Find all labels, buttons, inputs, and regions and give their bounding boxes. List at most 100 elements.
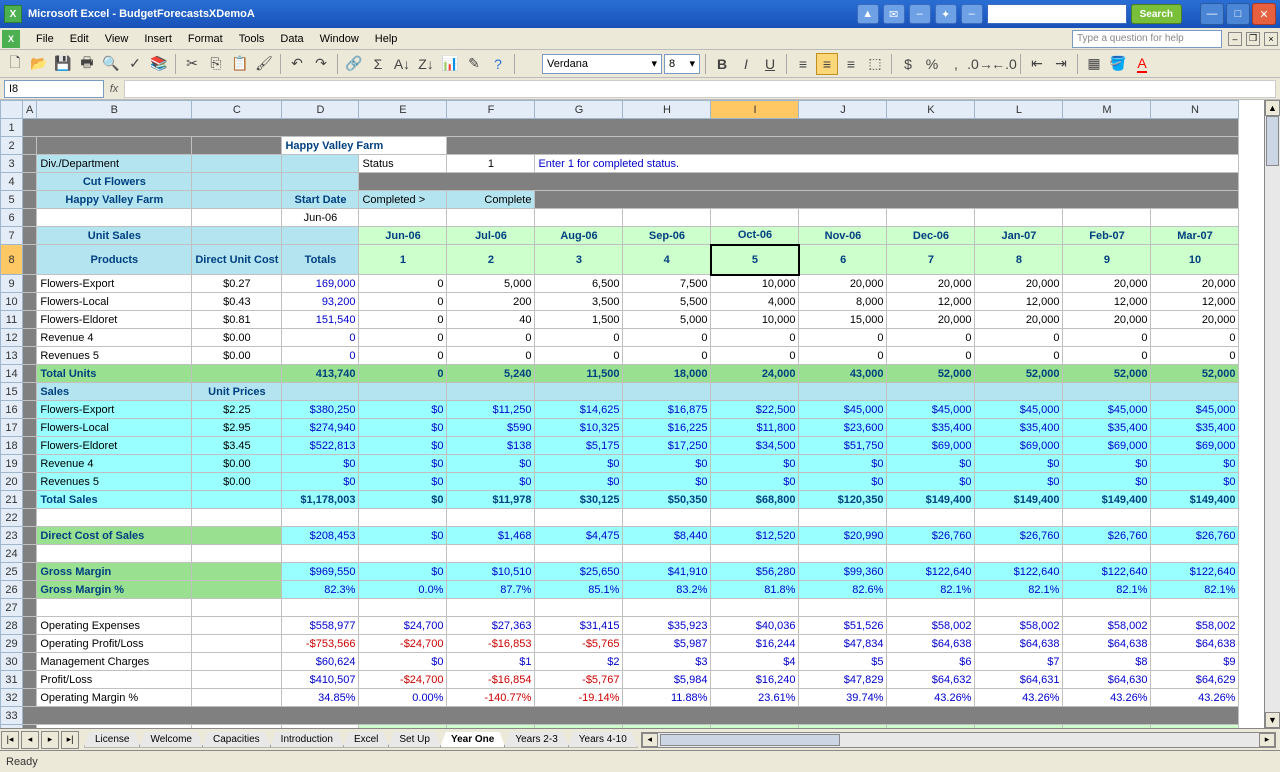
row-header[interactable]: 5 xyxy=(1,191,23,209)
cell[interactable] xyxy=(359,545,447,563)
cell[interactable] xyxy=(37,545,192,563)
cell[interactable]: $11,800 xyxy=(711,419,799,437)
cell[interactable] xyxy=(192,563,282,581)
cell[interactable]: Flowers-Export xyxy=(37,275,192,293)
merge-icon[interactable]: ⬚ xyxy=(864,53,886,75)
cell[interactable]: Sep-06 xyxy=(623,725,711,729)
cell[interactable] xyxy=(799,509,887,527)
cell[interactable]: $45,000 xyxy=(1151,401,1239,419)
spell-icon[interactable]: ✓ xyxy=(124,53,146,75)
cell[interactable] xyxy=(37,599,192,617)
cell[interactable]: 0 xyxy=(1151,329,1239,347)
cell[interactable]: Dec-06 xyxy=(887,725,975,729)
cell[interactable]: $26,760 xyxy=(1151,527,1239,545)
cell[interactable] xyxy=(23,155,37,173)
sheet-tab[interactable]: Years 2-3 xyxy=(504,732,568,748)
cell[interactable]: $0 xyxy=(975,455,1063,473)
cell[interactable] xyxy=(887,509,975,527)
sheet-tab[interactable]: Year One xyxy=(440,732,505,748)
cell[interactable]: $16,244 xyxy=(711,635,799,653)
cell[interactable] xyxy=(535,383,623,401)
row-header[interactable]: 23 xyxy=(1,527,23,545)
cell[interactable] xyxy=(623,383,711,401)
cell[interactable] xyxy=(282,227,359,245)
dec-indent-icon[interactable]: ⇤ xyxy=(1026,53,1048,75)
cell[interactable] xyxy=(37,725,192,729)
cell[interactable] xyxy=(1063,383,1151,401)
cell[interactable]: $0.00 xyxy=(192,473,282,491)
cell[interactable]: $2 xyxy=(535,653,623,671)
cell[interactable]: $0 xyxy=(975,473,1063,491)
cell[interactable]: 0.0% xyxy=(359,581,447,599)
cell[interactable]: 5,000 xyxy=(447,275,535,293)
autosum-icon[interactable]: Σ xyxy=(367,53,389,75)
cell[interactable]: $0 xyxy=(1151,455,1239,473)
select-all-corner[interactable] xyxy=(1,101,23,119)
cell[interactable]: $8 xyxy=(1063,653,1151,671)
cell[interactable]: $20,990 xyxy=(799,527,887,545)
cell[interactable]: $590 xyxy=(447,419,535,437)
cell[interactable] xyxy=(711,599,799,617)
hscroll-thumb[interactable] xyxy=(660,734,840,746)
cell[interactable] xyxy=(1063,545,1151,563)
cell[interactable]: $11,250 xyxy=(447,401,535,419)
cell[interactable] xyxy=(37,137,192,155)
cell[interactable] xyxy=(359,209,447,227)
new-icon[interactable]: 🗋 xyxy=(4,53,26,75)
menu-format[interactable]: Format xyxy=(180,31,231,47)
cell[interactable]: $64,632 xyxy=(887,671,975,689)
cell[interactable] xyxy=(23,617,37,635)
cell[interactable]: $51,526 xyxy=(799,617,887,635)
cell[interactable] xyxy=(37,509,192,527)
row-header[interactable]: 18 xyxy=(1,437,23,455)
cell[interactable]: $11,978 xyxy=(447,491,535,509)
cell[interactable] xyxy=(192,527,282,545)
cell[interactable]: $64,631 xyxy=(975,671,1063,689)
cell[interactable]: $0.00 xyxy=(192,329,282,347)
sheet-tab[interactable]: Welcome xyxy=(139,732,203,748)
cell[interactable]: $2.25 xyxy=(192,401,282,419)
cell[interactable]: $3 xyxy=(623,653,711,671)
cell[interactable]: Jun-06 xyxy=(359,725,447,729)
cell[interactable] xyxy=(23,599,37,617)
cell[interactable]: $0 xyxy=(359,455,447,473)
cell[interactable] xyxy=(282,725,359,729)
cell[interactable]: Jun-06 xyxy=(359,227,447,245)
cell[interactable]: 43.26% xyxy=(1151,689,1239,707)
cell[interactable]: -$753,566 xyxy=(282,635,359,653)
cell[interactable]: $34,500 xyxy=(711,437,799,455)
cell[interactable]: $208,453 xyxy=(282,527,359,545)
cell[interactable] xyxy=(23,671,37,689)
cell[interactable]: Flowers-Local xyxy=(37,419,192,437)
cell[interactable]: 0 xyxy=(975,329,1063,347)
cell[interactable]: 20,000 xyxy=(887,275,975,293)
cell[interactable]: $0 xyxy=(799,455,887,473)
cell[interactable] xyxy=(23,365,37,383)
redo-icon[interactable]: ↷ xyxy=(310,53,332,75)
cell[interactable]: Flowers-Local xyxy=(37,293,192,311)
cell[interactable]: $45,000 xyxy=(887,401,975,419)
cell[interactable]: 4,000 xyxy=(711,293,799,311)
cell[interactable] xyxy=(192,689,282,707)
col-header[interactable]: F xyxy=(447,101,535,119)
cell[interactable]: $23,600 xyxy=(799,419,887,437)
cell[interactable]: Mar-07 xyxy=(1151,227,1239,245)
cell[interactable]: $56,280 xyxy=(711,563,799,581)
cell[interactable]: 0 xyxy=(711,347,799,365)
cell[interactable] xyxy=(192,635,282,653)
row-header[interactable]: 3 xyxy=(1,155,23,173)
cell[interactable] xyxy=(282,383,359,401)
cell[interactable]: $0 xyxy=(359,437,447,455)
cell[interactable]: $0 xyxy=(887,473,975,491)
cell[interactable] xyxy=(975,545,1063,563)
cell[interactable]: Nov-06 xyxy=(799,725,887,729)
copy-icon[interactable]: ⎘ xyxy=(205,53,227,75)
undo-icon[interactable]: ↶ xyxy=(286,53,308,75)
menu-help[interactable]: Help xyxy=(367,31,406,47)
align-center-icon[interactable]: ≡ xyxy=(816,53,838,75)
cell[interactable]: $17,250 xyxy=(623,437,711,455)
cell[interactable] xyxy=(192,617,282,635)
cell[interactable] xyxy=(799,383,887,401)
row-header[interactable]: 21 xyxy=(1,491,23,509)
cell[interactable]: $58,002 xyxy=(887,617,975,635)
